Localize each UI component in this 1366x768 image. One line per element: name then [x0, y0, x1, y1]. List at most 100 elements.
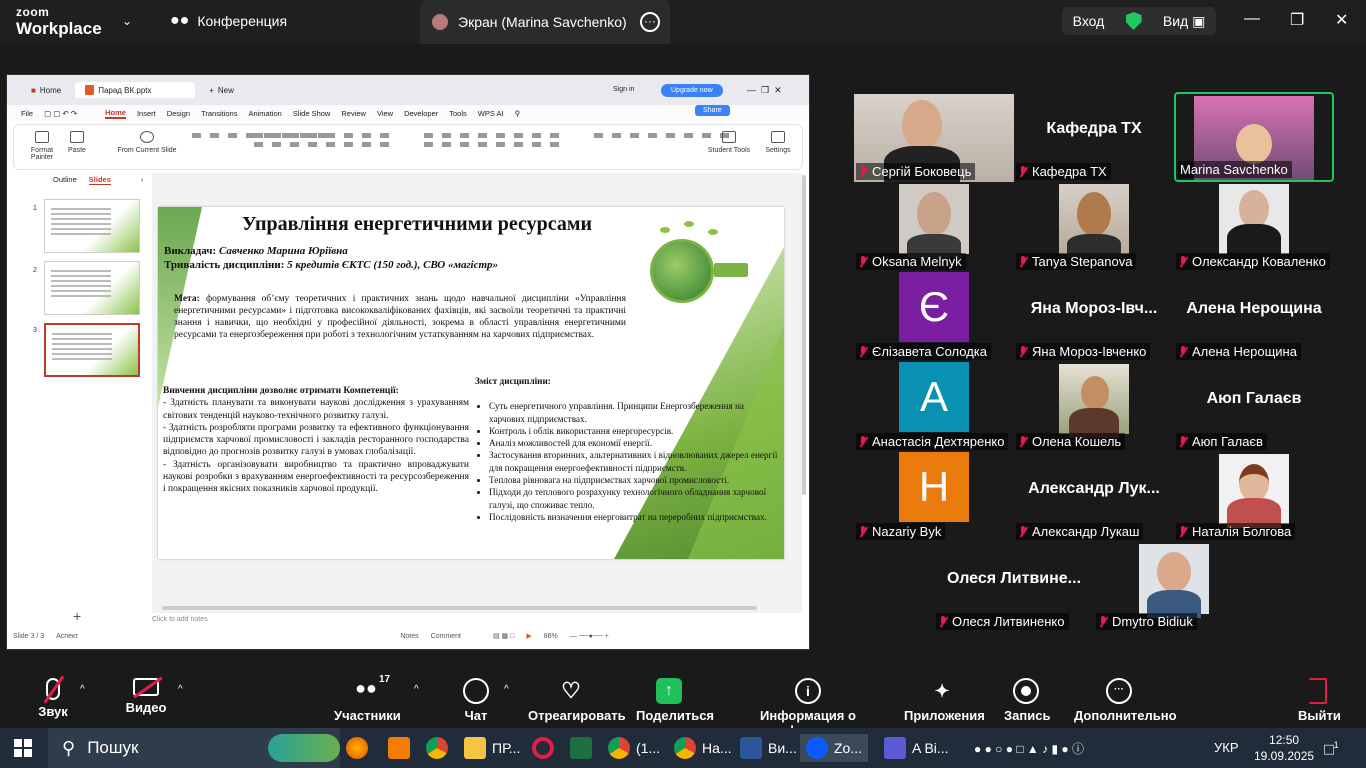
- taskbar-word[interactable]: Ви...: [740, 734, 797, 762]
- comment-toggle[interactable]: Comment: [431, 633, 461, 640]
- aspect-label[interactable]: Аспект: [56, 633, 78, 640]
- menu-wps-ai[interactable]: WPS AI: [478, 109, 504, 118]
- more-button[interactable]: ··· Дополнительно: [1074, 678, 1177, 723]
- taskbar-chrome[interactable]: [426, 734, 448, 762]
- menu-slideshow[interactable]: Slide Show: [293, 109, 331, 118]
- chevron-up-icon[interactable]: ^: [80, 684, 85, 695]
- menu-transitions[interactable]: Transitions: [201, 109, 237, 118]
- font-tools[interactable]: [254, 133, 394, 147]
- participant-tile[interactable]: Алена Нерощина Алена Нерощина: [1174, 272, 1334, 362]
- wps-window-controls[interactable]: — ❐ ✕: [747, 85, 782, 96]
- participant-tile[interactable]: Tanya Stepanova: [1014, 182, 1174, 272]
- paste-button[interactable]: Paste: [62, 131, 92, 154]
- menu-home[interactable]: Home: [105, 108, 126, 119]
- share-doc-button[interactable]: Share: [695, 105, 730, 116]
- participant-tile[interactable]: Dmytro Bidiuk: [1094, 542, 1254, 632]
- chevron-down-icon[interactable]: ⌄: [122, 14, 132, 28]
- taskbar-clock[interactable]: 12:50 19.09.2025: [1254, 732, 1314, 764]
- participant-tile[interactable]: Олександр Коваленко: [1174, 182, 1334, 272]
- participant-tile[interactable]: H Nazariy Byk: [854, 452, 1014, 542]
- react-button[interactable]: ♡ Отреагировать: [528, 678, 626, 723]
- student-tools-button[interactable]: Student Tools: [704, 131, 754, 154]
- participant-tile[interactable]: Oksana Melnyk: [854, 182, 1014, 272]
- view-mode-icons[interactable]: ▤ ▦ □: [493, 632, 514, 640]
- video-button[interactable]: Видео: [124, 676, 168, 715]
- taskbar-search[interactable]: ⚲ Пошук: [48, 728, 340, 768]
- view-button[interactable]: Вид ▣: [1163, 13, 1205, 30]
- more-options-icon[interactable]: ···: [640, 12, 660, 32]
- chevron-up-icon[interactable]: ^: [504, 684, 509, 695]
- quick-access-icons[interactable]: ▢ ▢ ↶ ↷: [44, 109, 94, 118]
- menu-insert[interactable]: Insert: [137, 109, 156, 118]
- taskbar-opera[interactable]: [532, 734, 554, 762]
- wps-signin-button[interactable]: Sign in: [613, 86, 634, 93]
- tab-outline[interactable]: Outline: [53, 175, 77, 185]
- screen-share-tab[interactable]: Экран (Marina Savchenko) ···: [420, 0, 670, 44]
- participant-tile[interactable]: Александр Лук... Александр Лукаш: [1014, 452, 1174, 542]
- taskbar-zoom[interactable]: Zo...: [800, 734, 869, 762]
- menu-animation[interactable]: Animation: [248, 109, 281, 118]
- slide-thumbnail-1[interactable]: [44, 199, 140, 253]
- vertical-scrollbar[interactable]: [802, 175, 806, 495]
- participant-tile[interactable]: Аюп Галаєв Аюп Галаєв: [1174, 362, 1334, 452]
- participant-tile-active-speaker[interactable]: Marina Savchenko: [1174, 92, 1334, 182]
- taskbar-excel[interactable]: [570, 734, 592, 762]
- taskbar-explorer[interactable]: ПР...: [464, 734, 520, 762]
- search-icon[interactable]: ⚲: [515, 109, 521, 118]
- tab-new[interactable]: + New: [199, 83, 244, 98]
- slideshow-play-icon[interactable]: ▶: [526, 632, 531, 640]
- menu-review[interactable]: Review: [341, 109, 366, 118]
- format-painter-button[interactable]: Format Painter: [24, 131, 60, 161]
- slide-thumbnail-2[interactable]: [44, 261, 140, 315]
- taskbar-firefox[interactable]: [346, 734, 368, 762]
- settings-button[interactable]: Settings: [760, 131, 796, 154]
- menu-tools[interactable]: Tools: [449, 109, 467, 118]
- record-button[interactable]: Запись: [1004, 678, 1050, 723]
- upgrade-button[interactable]: Upgrade now: [661, 84, 723, 97]
- signin-button[interactable]: Вход: [1073, 13, 1105, 29]
- menu-design[interactable]: Design: [167, 109, 190, 118]
- taskbar-pdf[interactable]: [388, 734, 410, 762]
- add-slide-button[interactable]: +: [73, 608, 81, 624]
- participant-tile[interactable]: Яна Мороз-Івч... Яна Мороз-Івченко: [1014, 272, 1174, 362]
- zoom-logo[interactable]: zoom Workplace: [16, 6, 102, 37]
- notes-placeholder[interactable]: Click to add notes: [152, 616, 208, 623]
- slide-thumbnail-3[interactable]: [44, 323, 140, 377]
- menu-developer[interactable]: Developer: [404, 109, 438, 118]
- taskbar-app[interactable]: A Bi...: [884, 734, 949, 762]
- chevron-up-icon[interactable]: ^: [414, 684, 419, 695]
- notifications-icon[interactable]: □1: [1324, 740, 1339, 759]
- participant-tile[interactable]: Наталія Болгова: [1174, 452, 1334, 542]
- participant-tile[interactable]: A Анастасія Дехтяренко: [854, 362, 1014, 452]
- participant-tile[interactable]: Сергій Боковець: [854, 92, 1014, 182]
- chat-button[interactable]: Чат: [462, 678, 490, 723]
- tab-home[interactable]: ■ Home: [21, 83, 71, 98]
- shield-icon[interactable]: [1125, 12, 1142, 30]
- chevron-up-icon[interactable]: ^: [178, 684, 183, 695]
- menu-view[interactable]: View: [377, 109, 393, 118]
- apps-button[interactable]: ✦ Приложения: [904, 678, 985, 723]
- current-slide[interactable]: Управління енергетичними ресурсами Викла…: [158, 207, 784, 559]
- minimize-icon[interactable]: —: [1244, 10, 1260, 28]
- tab-document[interactable]: Парад ВК.pptx: [75, 82, 196, 98]
- participant-tile[interactable]: Є Єлізавета Солодка: [854, 272, 1014, 362]
- zoom-level[interactable]: 86%: [544, 633, 558, 640]
- participant-tile[interactable]: Кафедра ТХ Кафедра ТХ: [1014, 92, 1174, 182]
- restore-icon[interactable]: ❐: [1290, 10, 1304, 30]
- participant-tile[interactable]: Олеся Литвине... Олеся Литвиненко: [934, 542, 1094, 632]
- from-current-slide-button[interactable]: From Current Slide: [112, 131, 182, 154]
- share-screen-button[interactable]: ↑ Поделиться: [636, 678, 714, 723]
- close-icon[interactable]: ✕: [1335, 10, 1348, 30]
- participant-tile[interactable]: Олена Кошель: [1014, 362, 1174, 452]
- keyboard-language[interactable]: УКР: [1214, 740, 1239, 755]
- paragraph-tools[interactable]: [424, 133, 564, 147]
- zoom-slider[interactable]: — ──●── +: [570, 633, 609, 640]
- menu-file[interactable]: File: [21, 109, 33, 118]
- notes-toggle[interactable]: Notes: [400, 633, 418, 640]
- taskbar-chrome-2[interactable]: (1...: [608, 734, 660, 762]
- windows-start-icon[interactable]: [14, 739, 32, 757]
- system-tray-icons[interactable]: ● ● ○ ● □ ▲ ♪ ▮ ● ⓘ: [974, 740, 1084, 757]
- audio-button[interactable]: Звук: [36, 675, 70, 719]
- leave-button[interactable]: Выйти: [1298, 678, 1341, 723]
- collapse-pane-icon[interactable]: ‹: [141, 175, 144, 185]
